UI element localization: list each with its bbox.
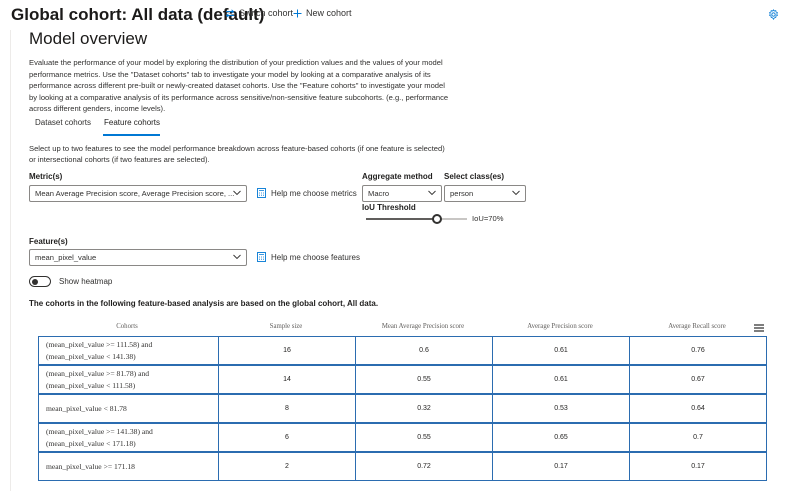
ap-cell: 0.65 [492,423,630,452]
show-heatmap-toggle[interactable] [29,276,51,287]
column-header-cohorts: Cohorts [116,323,138,330]
slider-thumb[interactable] [431,214,442,224]
sample-size-cell: 2 [218,452,356,481]
chevron-down-icon [428,190,436,196]
switch-cohort-button[interactable]: Switch cohort [225,8,293,18]
active-tab-indicator [103,134,160,136]
map-cell: 0.32 [355,394,493,423]
switch-icon [225,8,235,18]
cohort-definition-line: (mean_pixel_value >= 141.38) and [46,427,153,436]
select-class-dropdown[interactable]: person [444,185,526,202]
ap-cell: 0.53 [492,394,630,423]
ap-cell: 0.61 [492,365,630,394]
ar-cell: 0.7 [629,423,767,452]
ar-cell: 0.67 [629,365,767,394]
menu-icon[interactable] [754,324,764,332]
chevron-down-icon [233,254,241,260]
feature-label: Feature(s) [29,237,68,246]
page-title: Model overview [29,29,148,48]
chevron-down-icon [233,190,241,196]
cohort-cell: (mean_pixel_value >= 81.78) and (mean_pix… [38,365,219,394]
chevron-down-icon [512,190,520,196]
cohort-definition-line: (mean_pixel_value < 171.18) [46,438,136,448]
analysis-note: The cohorts in the following feature-bas… [29,299,379,308]
show-heatmap-label: Show heatmap [59,277,113,286]
new-cohort-button[interactable]: New cohort [293,8,352,18]
toggle-knob [32,278,38,285]
column-header-ar: Average Recall score [668,323,726,330]
top-bar: Global cohort: All data (default) Switch… [0,0,785,30]
cohort-definition-line: (mean_pixel_value < 141.38) [46,351,136,361]
sample-size-cell: 14 [218,365,356,394]
sample-size-cell: 16 [218,336,356,365]
column-header-ap: Average Precision score [527,323,593,330]
cohort-cell: mean_pixel_value >= 171.18 [38,452,219,481]
aggregate-method-label: Aggregate method [362,172,433,181]
cohort-definition-line: (mean_pixel_value < 111.58) [46,380,136,390]
metric-label: Metric(s) [29,172,63,181]
table-row[interactable]: (mean_pixel_value >= 111.58) and (mean_pi… [38,336,767,365]
help-choose-metrics-label: Help me choose metrics [271,188,357,198]
slider-track-filled [366,218,437,220]
calculator-icon [257,188,266,198]
left-divider [10,30,11,491]
cohort-definition-line: mean_pixel_value >= 171.18 [46,461,135,471]
ap-cell: 0.17 [492,452,630,481]
iou-threshold-label: IoU Threshold [362,203,416,212]
ap-cell: 0.61 [492,336,630,365]
sample-size-cell: 6 [218,423,356,452]
map-cell: 0.6 [355,336,493,365]
switch-cohort-label: Switch cohort [239,8,294,18]
ar-cell: 0.64 [629,394,767,423]
overview-description: Evaluate the performance of your model b… [29,58,449,114]
cohort-cell: (mean_pixel_value >= 141.38) and (mean_pi… [38,423,219,452]
calculator-icon [257,252,266,262]
metric-dropdown-value: Mean Average Precision score, Average Pr… [35,189,235,198]
map-cell: 0.55 [355,365,493,394]
cohort-definition-line: (mean_pixel_value >= 81.78) and [46,369,150,378]
aggregate-method-value: Macro [368,189,390,198]
plus-icon [293,9,302,17]
feature-dropdown-value: mean_pixel_value [35,253,97,262]
gear-icon[interactable] [768,9,779,20]
column-header-map: Mean Average Precision score [381,323,465,330]
table-row[interactable]: mean_pixel_value < 81.78 8 0.32 0.53 0.64 [38,394,767,423]
cohort-cell: (mean_pixel_value >= 111.58) and (mean_pi… [38,336,219,365]
help-choose-features-label: Help me choose features [271,252,360,262]
new-cohort-label: New cohort [306,8,352,18]
cohort-cell: mean_pixel_value < 81.78 [38,394,219,423]
ar-cell: 0.76 [629,336,767,365]
map-cell: 0.72 [355,452,493,481]
table-row[interactable]: (mean_pixel_value >= 81.78) and (mean_pix… [38,365,767,394]
metric-dropdown[interactable]: Mean Average Precision score, Average Pr… [29,185,247,202]
help-choose-features-button[interactable]: Help me choose features [257,252,360,262]
table-row[interactable]: mean_pixel_value >= 171.18 2 0.72 0.17 0.17 [38,452,767,481]
select-class-value: person [450,189,474,198]
ar-cell: 0.17 [629,452,767,481]
help-choose-metrics-button[interactable]: Help me choose metrics [257,188,357,198]
sample-size-cell: 8 [218,394,356,423]
iou-threshold-value: IoU=70% [472,214,504,223]
select-class-label: Select class(es) [444,172,505,181]
feature-dropdown[interactable]: mean_pixel_value [29,249,247,266]
tab-dataset-cohorts[interactable]: Dataset cohorts [35,118,91,127]
map-cell: 0.55 [355,423,493,452]
column-header-sample-size: Sample size [269,323,303,330]
feature-instruction: Select up to two features to see the mod… [29,144,445,164]
iou-threshold-slider[interactable] [366,214,467,224]
tab-feature-cohorts[interactable]: Feature cohorts [104,118,160,127]
cohort-definition-line: mean_pixel_value < 81.78 [46,403,127,413]
cohort-definition-line: (mean_pixel_value >= 111.58) and [46,340,153,349]
aggregate-method-dropdown[interactable]: Macro [362,185,442,202]
table-row[interactable]: (mean_pixel_value >= 141.38) and (mean_pi… [38,423,767,452]
